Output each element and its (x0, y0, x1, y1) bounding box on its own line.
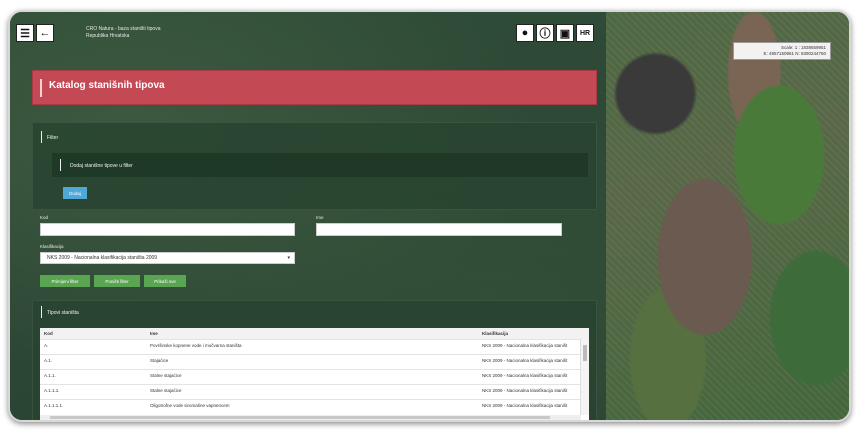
ime-input[interactable] (316, 223, 562, 236)
brand-text: CRO Natura - baza staništi tipova Republ… (86, 26, 160, 40)
table-row[interactable]: A.1.1.1. Stalne stajaćice NKS 2009 - Nac… (40, 384, 580, 396)
cell-kod: A.1.1. (44, 373, 56, 378)
cell-ime: Stalne stajaćice (150, 388, 182, 393)
table-row[interactable]: A.1.1.1.1. Oligotrofne vode siromašne va… (40, 399, 580, 411)
apply-filter-button[interactable]: Primijeni filter (40, 275, 90, 287)
ime-label: Ime (316, 215, 324, 220)
cell-kod: A.1. (44, 358, 53, 363)
cell-klasifikacija: NKS 2009 - Nacionalna klasifikacija stan… (482, 358, 568, 363)
table-vertical-scrollbar[interactable] (580, 339, 589, 415)
cell-kod: A.1.1.1.1. (44, 403, 64, 408)
menu-button[interactable]: ☰ (16, 24, 34, 42)
book-icon: ▣ (559, 27, 571, 40)
add-button[interactable]: Dodaj (63, 187, 87, 199)
filter-section: Filter Dodaj stanišne tipove u filter Do… (32, 122, 597, 210)
cell-kod: A.1.1.1. (44, 388, 60, 393)
add-types-panel: Dodaj stanišne tipove u filter (51, 152, 589, 178)
filter-accent (41, 131, 42, 143)
brand-line2: Republika Hrvatska (86, 33, 130, 39)
user-icon: ● (521, 27, 529, 39)
cell-ime: Stajaćice (150, 358, 169, 363)
brand-line1: CRO Natura - baza staništi tipova (86, 26, 161, 32)
show-all-button[interactable]: Prikaži sve (144, 275, 186, 287)
info-button[interactable]: ⓘ (536, 24, 554, 42)
kod-input[interactable] (40, 223, 295, 236)
cell-klasifikacija: NKS 2009 - Nacionalna klasifikacija stan… (482, 388, 568, 393)
page-title: Katalog stanišnih tipova (49, 80, 165, 91)
app-window: ☰ ← CRO Natura - baza staništi tipova Re… (8, 10, 851, 422)
back-arrow-icon: ← (39, 27, 51, 39)
table-horizontal-scrollbar[interactable] (40, 415, 581, 420)
cell-klasifikacija: NKS 2009 - Nacionalna klasifikacija stan… (482, 343, 568, 348)
add-types-accent (60, 159, 61, 171)
table-header: Kod Ime Klasifikacija (40, 328, 589, 339)
types-heading: Tipovi staništa (47, 310, 79, 316)
table-row[interactable]: A.1. Stajaćice NKS 2009 - Nacionalna kla… (40, 354, 580, 366)
types-accent (41, 306, 42, 318)
cell-ime: Oligotrofne vode siromašne vapnencem (150, 403, 230, 408)
habitat-types-table: Kod Ime Klasifikacija A. Površinske kopn… (40, 328, 589, 420)
user-button[interactable]: ● (516, 24, 534, 42)
klasifikacija-value: NKS 2009 - Nacionalna klasifikacija stan… (47, 255, 158, 261)
table-row[interactable]: A. Površinske kopnene vode i močvarna st… (40, 339, 580, 351)
back-button[interactable]: ← (36, 24, 54, 42)
cell-klasifikacija: NKS 2009 - Nacionalna klasifikacija stan… (482, 403, 568, 408)
col-kod[interactable]: Kod (44, 331, 134, 336)
menu-icon: ☰ (20, 27, 30, 40)
klasifikacija-select[interactable]: NKS 2009 - Nacionalna klasifikacija stan… (40, 252, 295, 264)
cell-ime: Površinske kopnene vode i močvarna stani… (150, 343, 242, 348)
chevron-down-icon: ▾ (287, 255, 290, 261)
map-coords-text: E: 4957150961 N: 8390244750 (763, 51, 826, 56)
filter-heading: Filter (47, 135, 59, 141)
page-title-bar: Katalog stanišnih tipova (32, 70, 597, 105)
klasifikacija-label: Klasifikacija (40, 244, 64, 249)
language-button[interactable]: HR (576, 24, 594, 42)
catalog-panel: ☰ ← CRO Natura - baza staništi tipova Re… (10, 12, 606, 420)
cell-ime: Stalne stajaćice (150, 373, 182, 378)
info-icon: ⓘ (539, 28, 551, 40)
map-scale-readout: Scale: 1 : 1838659951 E: 4957150961 N: 8… (733, 42, 831, 60)
cell-kod: A. (44, 343, 49, 348)
vertical-scroll-thumb[interactable] (583, 345, 587, 361)
book-button[interactable]: ▣ (556, 24, 574, 42)
cell-klasifikacija: NKS 2009 - Nacionalna klasifikacija stan… (482, 373, 568, 378)
col-klasifikacija[interactable]: Klasifikacija (482, 331, 578, 336)
add-types-label: Dodaj stanišne tipove u filter (70, 163, 133, 169)
horizontal-scroll-thumb[interactable] (50, 416, 550, 419)
map-view[interactable]: Scale: 1 : 1838659951 E: 4957150961 N: 8… (606, 12, 849, 420)
top-bar: ☰ ← CRO Natura - baza staništi tipova Re… (10, 12, 606, 52)
title-accent (40, 79, 42, 97)
reset-filter-button[interactable]: Poništi filter (94, 275, 140, 287)
kod-label: Kod (40, 215, 49, 220)
table-row[interactable]: A.1.1. Stalne stajaćice NKS 2009 - Nacio… (40, 369, 580, 381)
col-ime[interactable]: Ime (150, 331, 470, 336)
